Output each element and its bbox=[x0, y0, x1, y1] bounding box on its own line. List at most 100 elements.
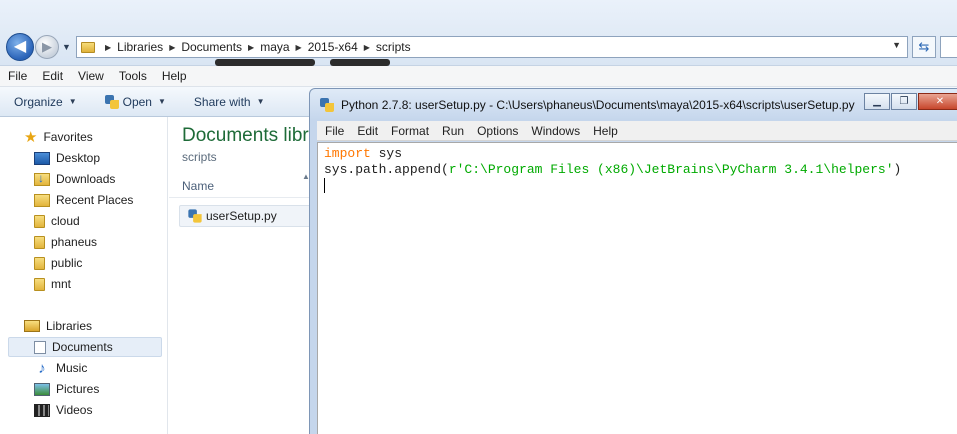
arrow-left-icon: ◀ bbox=[13, 38, 27, 55]
menu-tools[interactable]: Tools bbox=[119, 69, 147, 83]
organize-label: Organize bbox=[14, 94, 63, 109]
menu-windows[interactable]: Windows bbox=[531, 124, 580, 138]
chevron-right-icon[interactable]: ▶ bbox=[296, 43, 302, 52]
chevron-down-icon[interactable]: ▼ bbox=[892, 40, 901, 50]
chevron-right-icon[interactable]: ▶ bbox=[169, 43, 175, 52]
videos-icon bbox=[34, 403, 50, 417]
list-item[interactable]: userSetup.py bbox=[179, 205, 314, 227]
chevron-down-icon: ▼ bbox=[157, 97, 166, 106]
menu-view[interactable]: View bbox=[78, 69, 104, 83]
chevron-right-icon[interactable]: ▶ bbox=[364, 43, 370, 52]
recent-places-icon bbox=[34, 193, 50, 207]
star-icon: ★ bbox=[24, 129, 38, 146]
header-divider bbox=[169, 197, 309, 198]
nav-label: phaneus bbox=[51, 235, 98, 249]
back-button[interactable]: ◀ bbox=[6, 33, 34, 61]
documents-icon bbox=[34, 340, 46, 354]
nav-item-phaneus[interactable]: phaneus bbox=[34, 232, 97, 252]
taskbar-fragment bbox=[215, 59, 315, 66]
address-bar[interactable]: ▶ Libraries ▶ Documents ▶ maya ▶ 2015-x6… bbox=[76, 36, 908, 58]
nav-item-public[interactable]: public bbox=[34, 253, 82, 273]
nav-label: public bbox=[51, 256, 83, 270]
window-title: Python 2.7.8: userSetup.py - C:\Users\ph… bbox=[341, 97, 855, 112]
recent-pages-dropdown[interactable]: ▼ bbox=[62, 40, 72, 54]
file-name: userSetup.py bbox=[206, 209, 277, 223]
menu-run[interactable]: Run bbox=[442, 124, 464, 138]
breadcrumb-documents[interactable]: Documents bbox=[181, 40, 242, 54]
nav-label: cloud bbox=[51, 214, 80, 228]
nav-item-cloud[interactable]: cloud bbox=[34, 211, 80, 231]
nav-item-pictures[interactable]: Pictures bbox=[34, 379, 99, 399]
nav-item-music[interactable]: ♪ Music bbox=[34, 358, 87, 378]
breadcrumb-2015-x64[interactable]: 2015-x64 bbox=[308, 40, 358, 54]
nav-label: Recent Places bbox=[56, 193, 134, 207]
chevron-down-icon: ▼ bbox=[68, 97, 77, 106]
nav-item-recent-places[interactable]: Recent Places bbox=[34, 190, 133, 210]
minimize-button[interactable]: ▁ bbox=[864, 93, 890, 110]
menu-help[interactable]: Help bbox=[162, 69, 187, 83]
organize-button[interactable]: Organize ▼ bbox=[14, 95, 77, 109]
folder-icon bbox=[34, 235, 45, 249]
idle-editor-window: Python 2.7.8: userSetup.py - C:\Users\ph… bbox=[309, 88, 957, 434]
close-button[interactable]: ✕ bbox=[918, 93, 957, 110]
chevron-down-icon: ▼ bbox=[256, 97, 265, 106]
code-text: ) bbox=[893, 162, 902, 177]
breadcrumb-libraries[interactable]: Libraries bbox=[117, 40, 163, 54]
navigation-pane: ★ Favorites Desktop Downloads Recent Pla… bbox=[0, 117, 168, 434]
code-line-2: sys.path.append(r'C:\Program Files (x86)… bbox=[324, 162, 957, 178]
window-controls: ▁ ❐ ✕ bbox=[863, 93, 957, 110]
python-file-icon bbox=[188, 209, 202, 223]
code-editor[interactable]: import sys sys.path.append(r'C:\Program … bbox=[317, 142, 957, 434]
nav-item-videos[interactable]: Videos bbox=[34, 400, 92, 420]
refresh-icon: ⇆ bbox=[918, 39, 930, 54]
keyword: import bbox=[324, 146, 371, 161]
close-icon: ✕ bbox=[935, 96, 945, 107]
folder-icon bbox=[34, 214, 45, 228]
nav-favorites-header[interactable]: ★ Favorites bbox=[24, 127, 93, 147]
nav-item-desktop[interactable]: Desktop bbox=[34, 148, 100, 168]
breadcrumb-scripts[interactable]: scripts bbox=[376, 40, 411, 54]
nav-label: Downloads bbox=[56, 172, 116, 186]
menu-help[interactable]: Help bbox=[593, 124, 618, 138]
nav-item-downloads[interactable]: Downloads bbox=[34, 169, 115, 189]
breadcrumb-maya[interactable]: maya bbox=[260, 40, 289, 54]
menu-edit[interactable]: Edit bbox=[42, 69, 63, 83]
python-icon bbox=[104, 94, 119, 109]
chevron-right-icon[interactable]: ▶ bbox=[248, 43, 254, 52]
open-button[interactable]: Open ▼ bbox=[104, 94, 166, 109]
code-text: sys bbox=[370, 146, 403, 161]
forward-button[interactable]: ▶ bbox=[35, 35, 59, 59]
menu-options[interactable]: Options bbox=[477, 124, 518, 138]
taskbar-fragment bbox=[330, 59, 390, 66]
refresh-button[interactable]: ⇆ bbox=[912, 36, 936, 58]
nav-item-mnt[interactable]: mnt bbox=[34, 274, 71, 294]
menu-file[interactable]: File bbox=[325, 124, 344, 138]
string-literal: r'C:\Program Files (x86)\JetBrains\PyCha… bbox=[448, 162, 894, 177]
column-header-name[interactable]: Name bbox=[182, 179, 214, 193]
nav-label: Libraries bbox=[46, 319, 93, 333]
desktop-icon bbox=[34, 151, 50, 165]
address-toolbar: ◀ ▶ ▼ ▶ Libraries ▶ Documents ▶ maya ▶ 2… bbox=[0, 0, 957, 66]
arrow-right-icon: ▶ bbox=[42, 39, 52, 54]
search-input[interactable] bbox=[940, 36, 957, 58]
idle-menu-bar: File Edit Format Run Options Windows Hel… bbox=[317, 121, 957, 141]
share-with-button[interactable]: Share with ▼ bbox=[194, 95, 265, 109]
menu-format[interactable]: Format bbox=[391, 124, 429, 138]
nav-libraries-header[interactable]: Libraries bbox=[24, 316, 92, 336]
nav-label: Desktop bbox=[56, 151, 101, 165]
nav-label: Videos bbox=[56, 403, 93, 417]
title-bar[interactable]: Python 2.7.8: userSetup.py - C:\Users\ph… bbox=[309, 88, 957, 120]
code-line-3 bbox=[324, 178, 957, 194]
menu-edit[interactable]: Edit bbox=[357, 124, 378, 138]
menu-file[interactable]: File bbox=[8, 69, 27, 83]
nav-item-documents[interactable]: Documents bbox=[34, 337, 113, 357]
folder-icon bbox=[34, 256, 45, 270]
libraries-icon bbox=[24, 320, 40, 332]
minimize-icon: ▁ bbox=[873, 96, 881, 107]
pictures-icon bbox=[34, 382, 50, 396]
maximize-button[interactable]: ❐ bbox=[891, 93, 917, 110]
code-line-1: import sys bbox=[324, 146, 957, 162]
text-cursor bbox=[324, 178, 325, 194]
chevron-right-icon[interactable]: ▶ bbox=[105, 43, 111, 52]
downloads-icon bbox=[34, 171, 50, 186]
